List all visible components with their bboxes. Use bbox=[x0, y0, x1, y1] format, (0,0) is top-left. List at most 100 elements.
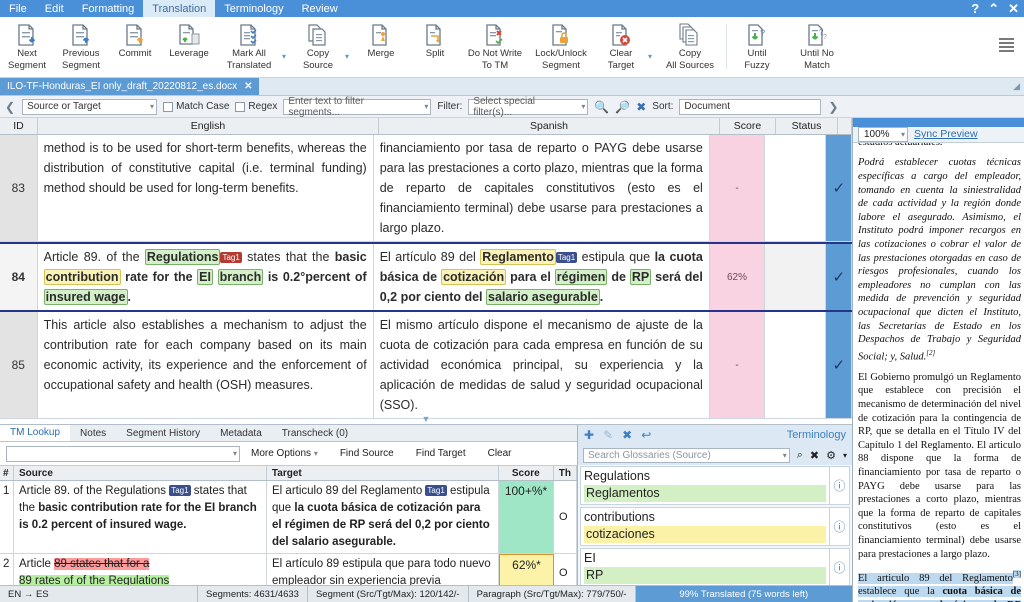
column-header-status[interactable]: Status bbox=[776, 118, 838, 134]
sort-input[interactable]: Document bbox=[679, 98, 822, 115]
menu-item-review[interactable]: Review bbox=[293, 0, 347, 17]
term-highlight-ei[interactable]: EI bbox=[197, 269, 213, 285]
list-item[interactable]: Regulations Reglamentos ⓘ bbox=[580, 466, 850, 505]
tm-column-header-num[interactable]: # bbox=[0, 466, 14, 480]
ribbon-button-until-fuzzy[interactable]: ? Until Fuzzy bbox=[730, 20, 784, 71]
glossary-search-input[interactable]: Search Glossaries (Source) ▾ bbox=[583, 447, 790, 463]
preview-footnote-ref[interactable]: [3] bbox=[1012, 570, 1021, 579]
ribbon-button-until-no-match[interactable]: ?? Until No Match bbox=[784, 20, 850, 71]
term-highlight-contribution[interactable]: contribution bbox=[43, 269, 121, 285]
menu-item-edit[interactable]: Edit bbox=[36, 0, 73, 17]
preview-document-body[interactable]: estudios actuariales. Podrá establecer c… bbox=[853, 143, 1024, 602]
ribbon-button-copy-source[interactable]: Copy Source bbox=[291, 20, 345, 71]
clear-filter-icon[interactable]: ✖ bbox=[636, 101, 646, 113]
ribbon-button-copy-all-sources[interactable]: Copy All Sources bbox=[657, 20, 723, 71]
term-highlight-regimen[interactable]: régimen bbox=[554, 269, 608, 285]
search-advanced-icon[interactable]: 🔎 bbox=[615, 101, 630, 113]
close-icon[interactable]: ✕ bbox=[244, 81, 252, 92]
inline-tag[interactable]: Tag1 bbox=[555, 252, 578, 263]
dropdown-caret-icon[interactable]: ▾ bbox=[843, 451, 847, 460]
term-highlight-rp[interactable]: RP bbox=[629, 269, 652, 285]
tab-notes[interactable]: Notes bbox=[70, 425, 116, 441]
menu-item-file[interactable]: File bbox=[0, 0, 36, 17]
regex-checkbox[interactable]: Regex bbox=[235, 101, 277, 112]
ribbon-overflow-menu-icon[interactable] bbox=[999, 38, 1014, 52]
column-header-target[interactable]: Spanish bbox=[379, 118, 720, 134]
preview-footnote-ref[interactable]: [2] bbox=[926, 349, 935, 357]
menu-item-terminology[interactable]: Terminology bbox=[215, 0, 292, 17]
term-highlight-branch[interactable]: branch bbox=[217, 269, 264, 285]
list-item[interactable]: 1 Article 89. of the Regulations Tag1 st… bbox=[0, 481, 577, 554]
find-target-button[interactable]: Find Target bbox=[405, 448, 477, 459]
filter-scroll-left-icon[interactable]: ❮ bbox=[4, 100, 16, 114]
more-options-button[interactable]: More Options ▾ bbox=[240, 448, 329, 459]
list-item[interactable]: EI RP ⓘ bbox=[580, 548, 850, 587]
term-highlight-reglamento[interactable]: Reglamento bbox=[480, 249, 556, 265]
term-info-icon[interactable]: ⓘ bbox=[829, 549, 849, 586]
menu-item-translation[interactable]: Translation bbox=[143, 0, 216, 17]
document-tab[interactable]: ILO-TF-Honduras_EI only_draft_20220812_e… bbox=[0, 78, 259, 95]
table-row-active[interactable]: 84 Article 89. of the Regulations Tag1 st… bbox=[0, 242, 852, 312]
close-icon[interactable]: ✕ bbox=[1008, 2, 1019, 15]
help-icon[interactable]: ? bbox=[971, 2, 979, 15]
chevron-down-icon-2[interactable]: ▾ bbox=[345, 52, 354, 61]
tab-segment-history[interactable]: Segment History bbox=[116, 425, 210, 441]
list-item[interactable]: contributions cotizaciones ⓘ bbox=[580, 507, 850, 546]
search-icon[interactable]: ⌕ bbox=[797, 449, 803, 462]
tm-column-header-th[interactable]: Th bbox=[554, 466, 577, 480]
chevron-down-icon-1[interactable]: ▾ bbox=[282, 52, 291, 61]
ribbon-button-do-not-write-to-tm[interactable]: Do Not Write To TM bbox=[462, 20, 528, 71]
segment-grid[interactable]: 83 method is to be used for short-term b… bbox=[0, 135, 852, 424]
clear-search-icon[interactable]: ✖ bbox=[810, 449, 819, 462]
term-highlight-insured-wage[interactable]: insured wage bbox=[43, 289, 128, 305]
filter-text-input[interactable]: Enter text to filter segments... ▾ bbox=[283, 96, 432, 118]
column-header-source[interactable]: English bbox=[38, 118, 379, 134]
search-scope-select[interactable]: Source or Target ▾ bbox=[22, 98, 158, 115]
ribbon-button-lock-unlock-segment[interactable]: Lock/Unlock Segment bbox=[528, 20, 594, 71]
segment-target-text[interactable]: financiamiento por tasa de reparto o PAY… bbox=[374, 135, 710, 241]
find-source-button[interactable]: Find Source bbox=[329, 448, 405, 459]
insert-term-icon[interactable]: ↩ bbox=[641, 429, 651, 441]
term-info-icon[interactable]: ⓘ bbox=[829, 467, 849, 504]
clear-button[interactable]: Clear bbox=[477, 448, 523, 459]
term-target[interactable]: cotizaciones bbox=[584, 526, 826, 543]
search-icon[interactable]: 🔍 bbox=[594, 101, 609, 113]
ribbon-button-leverage[interactable]: Leverage bbox=[162, 20, 216, 60]
column-header-id[interactable]: ID bbox=[0, 118, 38, 134]
segment-target-text[interactable]: El mismo artículo dispone el mecanismo d… bbox=[374, 312, 710, 418]
segment-confirmed-icon[interactable]: ✓ bbox=[826, 135, 852, 241]
segment-confirmed-icon[interactable]: ✓ bbox=[826, 244, 852, 310]
tab-tm-lookup[interactable]: TM Lookup bbox=[0, 425, 71, 441]
term-target[interactable]: Reglamentos bbox=[584, 485, 826, 502]
tab-transcheck[interactable]: Transcheck (0) bbox=[272, 425, 358, 441]
chevron-down-icon-3[interactable]: ▾ bbox=[648, 52, 657, 61]
ribbon-button-clear-target[interactable]: Clear Target bbox=[594, 20, 648, 71]
segment-target-text[interactable]: El artículo 89 del Reglamento Tag1 estipu… bbox=[374, 244, 710, 310]
panel-resize-handle[interactable]: ◢ bbox=[1013, 81, 1020, 92]
settings-gear-icon[interactable]: ⚙ bbox=[826, 449, 836, 462]
edit-term-icon[interactable]: ✎ bbox=[603, 429, 613, 441]
tm-column-header-source[interactable]: Source bbox=[14, 466, 267, 480]
tm-row-target[interactable]: El articulo 89 del Reglamento Tag1 estip… bbox=[267, 481, 499, 553]
tm-row-source[interactable]: Article 89. of the Regulations Tag1 stat… bbox=[14, 481, 267, 553]
ribbon-button-mark-all-translated[interactable]: Mark All Translated bbox=[216, 20, 282, 71]
segment-source-text[interactable]: Article 89. of the Regulations Tag1 state… bbox=[38, 244, 374, 310]
tm-results-list[interactable]: 1 Article 89. of the Regulations Tag1 st… bbox=[0, 481, 577, 602]
term-info-icon[interactable]: ⓘ bbox=[829, 508, 849, 545]
term-target[interactable]: RP bbox=[584, 567, 826, 584]
inline-tag[interactable]: Tag1 bbox=[220, 252, 242, 263]
term-highlight-regulations[interactable]: Regulations bbox=[144, 249, 221, 265]
match-case-checkbox[interactable]: Match Case bbox=[163, 101, 229, 112]
ribbon-button-previous-segment[interactable]: Previous Segment bbox=[54, 20, 108, 71]
special-filter-select[interactable]: Select special filter(s)... ▾ bbox=[468, 96, 589, 118]
column-header-score[interactable]: Score bbox=[720, 118, 776, 134]
segment-source-text[interactable]: method is to be used for short-term bene… bbox=[38, 135, 374, 241]
ribbon-button-commit[interactable]: Commit bbox=[108, 20, 162, 60]
term-highlight-salario-asegurable[interactable]: salario asegurable bbox=[486, 289, 600, 305]
zoom-level-select[interactable]: 100% ▾ bbox=[858, 126, 908, 142]
tab-metadata[interactable]: Metadata bbox=[210, 425, 272, 441]
segment-confirmed-icon[interactable]: ✓ bbox=[826, 312, 852, 418]
add-term-icon[interactable]: ✚ bbox=[584, 429, 594, 441]
delete-term-icon[interactable]: ✖ bbox=[622, 429, 632, 441]
sync-preview-link[interactable]: Sync Preview bbox=[914, 128, 978, 140]
